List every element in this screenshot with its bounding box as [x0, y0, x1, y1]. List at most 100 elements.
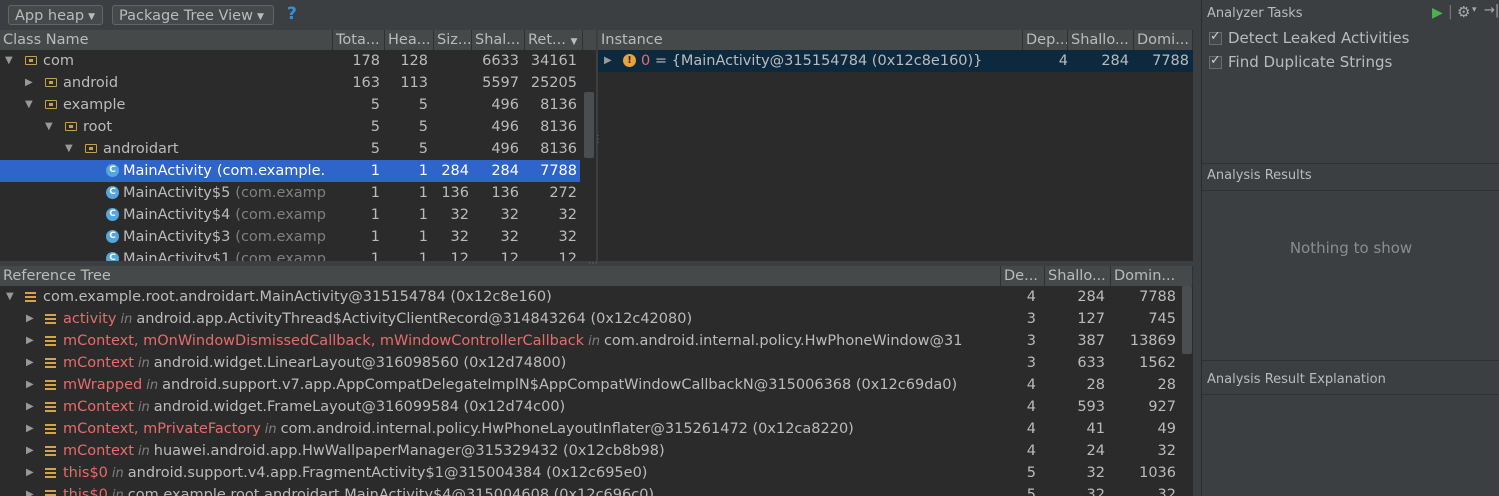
field-icon: [45, 424, 56, 434]
reference-in: in: [588, 334, 600, 349]
col-instance[interactable]: Instance: [598, 30, 1023, 50]
class-row[interactable]: ▼ androidart 5 5 496 8136: [0, 138, 580, 160]
reference-field: mContext: [63, 399, 134, 415]
expand-open-icon[interactable]: ▼: [45, 116, 53, 138]
reference-row[interactable]: ▶ mContext, mPrivateFactory in com.android.…: [0, 418, 1180, 440]
field-icon: [45, 336, 56, 346]
instance-dominating: 7788: [1152, 53, 1189, 69]
reference-row[interactable]: ▶ this$0 in com.example.root.androidart.Mai…: [0, 484, 1180, 496]
reference-row[interactable]: ▶ mContext in android.widget.LinearLayout@3…: [0, 352, 1180, 374]
find-duplicate-label: Find Duplicate Strings: [1228, 53, 1393, 71]
class-total: 163: [352, 75, 380, 91]
analyzer-tasks-title: Analyzer Tasks: [1207, 6, 1303, 21]
expand-open-icon[interactable]: ▼: [6, 286, 14, 308]
reference-row[interactable]: ▶ mWrapped in android.support.v7.app.AppCom…: [0, 374, 1180, 396]
vertical-splitter[interactable]: ⋮: [593, 135, 603, 145]
class-shallow: 5597: [482, 75, 519, 91]
chevron-down-icon[interactable]: ▾: [1472, 5, 1477, 15]
class-name-text: MainActivity$3: [123, 229, 231, 245]
find-duplicate-checkbox[interactable]: [1209, 53, 1222, 69]
reference-row[interactable]: ▶ this$0 in android.support.v4.app.Fragment…: [0, 462, 1180, 484]
col-dominating[interactable]: Domi...: [1134, 30, 1193, 50]
expand-open-icon[interactable]: ▼: [5, 50, 13, 72]
col-retained[interactable]: Ret... ▼: [525, 30, 583, 50]
class-row[interactable]: C MainActivity$5 (com.examp 1 1 136 136 272: [0, 182, 580, 204]
reference-row[interactable]: ▶ mContext in android.widget.FrameLayout@31…: [0, 396, 1180, 418]
class-shallow: 32: [500, 207, 519, 223]
reference-root-row[interactable]: ▼ com.example.root.androidart.MainActivit…: [0, 286, 1180, 308]
class-name: MainActivity$3 (com.examp: [123, 226, 326, 248]
class-retained: 8136: [540, 141, 577, 157]
col-reference-tree[interactable]: Reference Tree: [0, 266, 1001, 286]
class-heap: 1: [418, 229, 428, 245]
expand-closed-icon[interactable]: ▶: [26, 484, 34, 496]
ref-dominating: 32: [1157, 487, 1176, 496]
reference-row[interactable]: ▶ mContext in huawei.android.app.HwWallpape…: [0, 440, 1180, 462]
hide-panel-icon[interactable]: →|: [1484, 3, 1499, 18]
col-shallow-size[interactable]: Shallo...: [1068, 30, 1134, 50]
instance-table-header: Instance Dep... Shallo... Domi...: [598, 30, 1193, 50]
expand-closed-icon[interactable]: ▶: [26, 396, 34, 418]
expand-closed-icon[interactable]: ▶: [604, 50, 612, 72]
expand-open-icon[interactable]: ▼: [25, 94, 33, 116]
expand-closed-icon[interactable]: ▶: [26, 308, 34, 330]
class-row[interactable]: ▼ com 178 128 6633 34161: [0, 50, 580, 72]
expand-closed-icon[interactable]: ▶: [26, 462, 34, 484]
reference-in: in: [111, 488, 124, 496]
col-heap[interactable]: Hea...: [385, 30, 434, 50]
reference-field: activity: [63, 311, 117, 327]
expand-closed-icon[interactable]: ▶: [26, 352, 34, 374]
class-package-hint: (com.examp: [235, 207, 326, 223]
expand-open-icon[interactable]: ▼: [65, 138, 73, 160]
expand-closed-icon[interactable]: ▶: [26, 374, 34, 396]
col-class-name[interactable]: Class Name: [0, 30, 333, 50]
detect-leaked-checkbox[interactable]: [1209, 29, 1222, 45]
col-ref-shallow[interactable]: Shallo...: [1045, 266, 1111, 286]
class-size: 32: [450, 207, 469, 223]
package-folder-icon: [45, 78, 57, 87]
class-row[interactable]: ▼ root 5 5 496 8136: [0, 116, 580, 138]
heap-combo[interactable]: App heap ▼: [8, 5, 103, 25]
col-size[interactable]: Siz...: [434, 30, 472, 50]
col-total[interactable]: Tota...: [333, 30, 385, 50]
class-retained: 272: [549, 185, 577, 201]
class-row[interactable]: ▼ example 5 5 496 8136: [0, 94, 580, 116]
class-row[interactable]: C MainActivity$3 (com.examp 1 1 32 32 32: [0, 226, 580, 248]
horizontal-splitter[interactable]: ⋯: [588, 258, 598, 269]
view-combo[interactable]: Package Tree View ▼: [112, 5, 274, 25]
ref-depth: 5: [1026, 487, 1036, 496]
help-icon[interactable]: ?: [287, 4, 297, 24]
col-depth[interactable]: Dep...: [1023, 30, 1068, 50]
reference-in: in: [120, 312, 133, 327]
col-ref-dominating[interactable]: Domin...: [1111, 266, 1193, 286]
ref-shallow: 387: [1077, 333, 1105, 349]
reference-row[interactable]: ▶ activity in android.app.ActivityThread$Ac…: [0, 308, 1180, 330]
expand-closed-icon[interactable]: ▶: [26, 330, 34, 352]
expand-closed-icon[interactable]: ▶: [25, 72, 33, 94]
run-icon[interactable]: ▶: [1432, 5, 1443, 21]
class-row[interactable]: C MainActivity$1 (com.examp 1 1 12 12 12: [0, 248, 580, 261]
expand-closed-icon[interactable]: ▶: [26, 418, 34, 440]
class-total: 5: [370, 119, 380, 135]
field-icon: [45, 468, 56, 478]
class-icon: C: [106, 252, 119, 261]
instance-depth: 4: [1058, 53, 1068, 69]
gear-icon[interactable]: ⚙: [1457, 3, 1470, 21]
heap-combo-label: App heap: [15, 8, 85, 24]
class-row[interactable]: C MainActivity (com.example. 1 1 284 284 7788: [0, 160, 580, 182]
reference-in: in: [137, 400, 150, 415]
reference-tree-scrollbar[interactable]: [1182, 286, 1192, 354]
class-table-scrollbar[interactable]: [584, 92, 594, 158]
class-row[interactable]: ▶ android 163 113 5597 25205: [0, 72, 580, 94]
class-size: 284: [441, 163, 469, 179]
instance-table: ▶! 0 = {MainActivity@315154784 (0x12c8e16…: [598, 50, 1193, 261]
col-ref-depth[interactable]: De...: [1001, 266, 1045, 286]
class-total: 1: [370, 163, 380, 179]
reference-row[interactable]: ▶ mContext, mOnWindowDismissedCallback, m…: [0, 330, 1180, 352]
instance-row[interactable]: ▶! 0 = {MainActivity@315154784 (0x12c8e16…: [598, 50, 1193, 72]
class-row[interactable]: C MainActivity$4 (com.examp 1 1 32 32 32: [0, 204, 580, 226]
col-shallow[interactable]: Shal...: [472, 30, 525, 50]
class-retained: 32: [558, 229, 577, 245]
expand-closed-icon[interactable]: ▶: [26, 440, 34, 462]
class-name: android: [63, 72, 118, 94]
